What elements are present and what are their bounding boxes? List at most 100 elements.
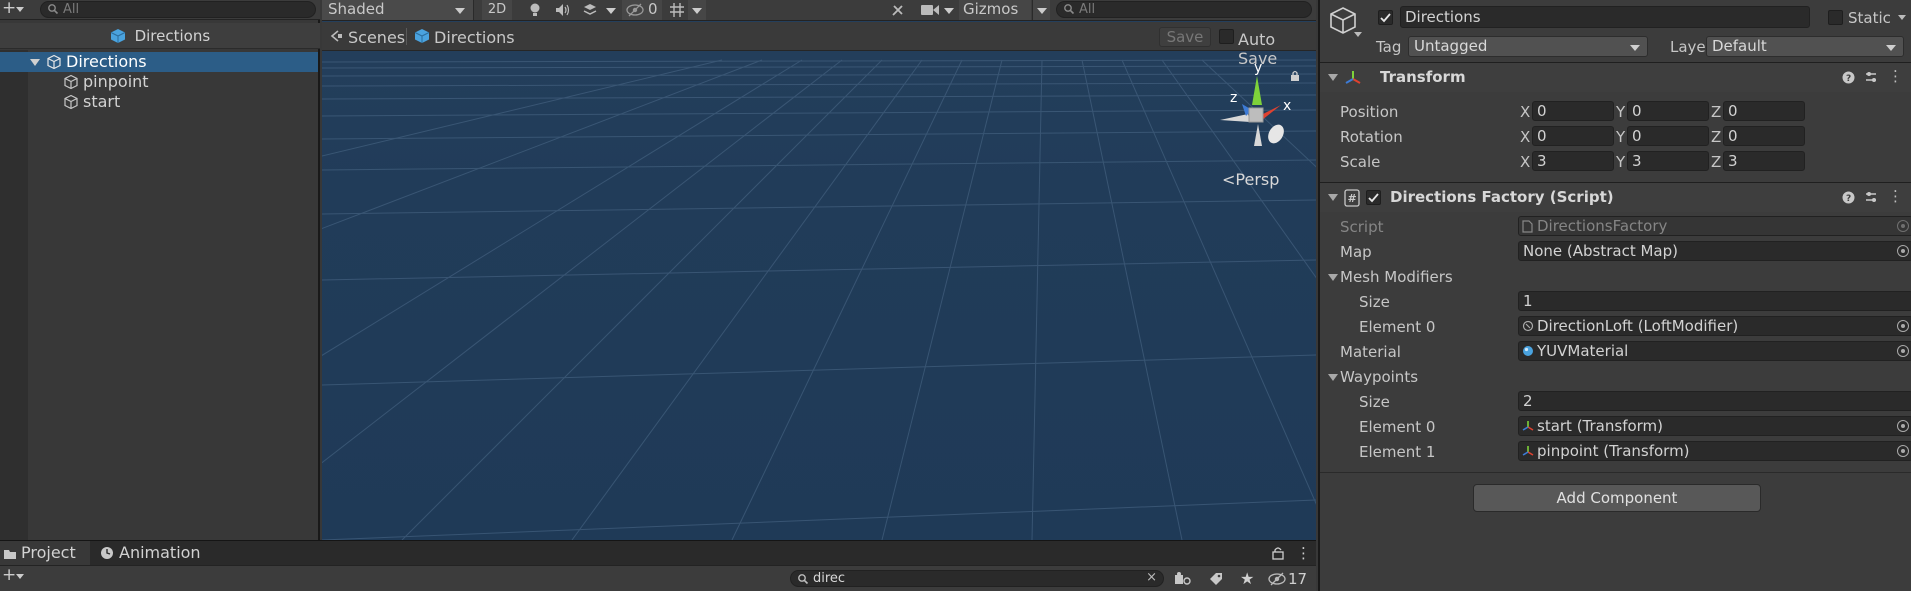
position-z-field[interactable]: 0 bbox=[1723, 101, 1805, 121]
static-dropdown-icon[interactable] bbox=[1898, 15, 1906, 20]
breadcrumb-scenes[interactable]: Scenes bbox=[348, 28, 405, 47]
object-picker-icon[interactable] bbox=[1897, 320, 1909, 332]
transform-component-header[interactable]: Transform ? ⋮ bbox=[1320, 62, 1911, 92]
waypoint-element0-field[interactable]: start (Transform) bbox=[1518, 416, 1911, 436]
lock-icon[interactable] bbox=[1290, 70, 1300, 82]
label-tag-icon[interactable] bbox=[1208, 571, 1224, 587]
help-icon[interactable]: ? bbox=[1842, 191, 1855, 204]
project-search-input[interactable]: direc × bbox=[790, 570, 1164, 587]
hierarchy-toolbar: + All bbox=[0, 0, 320, 20]
add-icon[interactable]: + bbox=[2, 565, 16, 585]
chevron-down-icon bbox=[692, 8, 702, 14]
rotation-z-field[interactable]: 0 bbox=[1723, 126, 1805, 146]
tools-icon[interactable] bbox=[890, 2, 906, 22]
object-picker-icon[interactable] bbox=[1897, 420, 1909, 432]
hierarchy-item-directions[interactable]: Directions bbox=[0, 52, 318, 72]
hidden-eye-icon bbox=[626, 3, 644, 17]
shading-mode-dropdown[interactable]: Shaded bbox=[322, 0, 474, 20]
material-field[interactable]: YUVMaterial bbox=[1518, 341, 1911, 361]
orientation-gizmo[interactable]: y x z bbox=[1212, 58, 1292, 158]
hierarchy-scene-title: Directions bbox=[134, 27, 211, 45]
scene-visibility-toggle[interactable]: 0 bbox=[622, 0, 662, 20]
tag-dropdown[interactable]: Untagged bbox=[1408, 36, 1648, 57]
camera-icon[interactable] bbox=[920, 3, 940, 23]
add-dropdown-icon[interactable] bbox=[16, 574, 24, 579]
waypoints-size-label: Size bbox=[1359, 393, 1390, 411]
back-icon[interactable] bbox=[329, 29, 343, 43]
hidden-eye-icon[interactable] bbox=[1268, 572, 1286, 586]
2d-toggle-button[interactable]: 2D bbox=[482, 0, 512, 20]
map-label: Map bbox=[1340, 243, 1372, 261]
foldout-triangle-icon[interactable] bbox=[1328, 194, 1338, 201]
search-icon bbox=[797, 573, 809, 585]
object-name-field[interactable]: Directions bbox=[1400, 6, 1810, 28]
hierarchy-item-start[interactable]: start bbox=[0, 92, 318, 112]
layer-dropdown[interactable]: Default bbox=[1706, 36, 1904, 57]
effects-dropdown-icon[interactable] bbox=[606, 8, 616, 14]
effects-icon[interactable] bbox=[582, 2, 598, 22]
scene-viewport[interactable] bbox=[322, 0, 1316, 540]
object-picker-icon[interactable] bbox=[1897, 445, 1909, 457]
object-picker-icon[interactable] bbox=[1897, 245, 1909, 257]
unity-scene-icon bbox=[110, 28, 126, 44]
mesh-element0-field[interactable]: DirectionLoft (LoftModifier) bbox=[1518, 316, 1911, 336]
breadcrumb-directions[interactable]: Directions bbox=[434, 28, 515, 47]
scale-z-field[interactable]: 3 bbox=[1723, 151, 1805, 171]
script-component-header[interactable]: # Directions Factory (Script) ? ⋮ bbox=[1320, 182, 1911, 212]
lock-icon[interactable] bbox=[1272, 546, 1284, 560]
waypoints-foldout-icon[interactable] bbox=[1328, 374, 1338, 381]
expand-triangle-icon[interactable] bbox=[30, 59, 40, 66]
static-checkbox[interactable] bbox=[1828, 10, 1843, 25]
autosave-checkbox[interactable] bbox=[1219, 29, 1234, 44]
search-by-type-icon[interactable] bbox=[1174, 571, 1192, 587]
gizmos-menu[interactable] bbox=[1032, 0, 1050, 20]
tab-animation[interactable]: Animation bbox=[96, 541, 201, 565]
map-object-field[interactable]: None (Abstract Map) bbox=[1518, 241, 1911, 261]
search-icon bbox=[1063, 3, 1075, 15]
foldout-triangle-icon[interactable] bbox=[1328, 74, 1338, 81]
favorite-star-icon[interactable]: ★ bbox=[1240, 569, 1254, 588]
lighting-icon[interactable] bbox=[528, 2, 542, 22]
waypoint-element1-field[interactable]: pinpoint (Transform) bbox=[1518, 441, 1911, 461]
add-component-button[interactable]: Add Component bbox=[1473, 484, 1761, 512]
icon-picker-dropdown[interactable] bbox=[1354, 32, 1362, 37]
hierarchy-scene-header[interactable]: Directions bbox=[0, 23, 320, 49]
waypoints-label: Waypoints bbox=[1340, 368, 1419, 386]
hierarchy-search-input[interactable]: All bbox=[40, 1, 316, 18]
preset-icon[interactable] bbox=[1865, 191, 1879, 204]
object-picker-icon[interactable] bbox=[1897, 345, 1909, 357]
help-icon[interactable]: ? bbox=[1842, 71, 1855, 84]
add-icon[interactable]: + bbox=[2, 0, 16, 18]
chevron-down-icon bbox=[455, 8, 465, 14]
tab-project[interactable]: Project bbox=[0, 541, 90, 565]
scene-search-input[interactable]: All bbox=[1056, 1, 1312, 18]
scale-x-field[interactable]: 3 bbox=[1532, 151, 1614, 171]
save-button[interactable]: Save bbox=[1159, 27, 1211, 47]
transform-icon bbox=[1522, 445, 1534, 457]
more-options-icon[interactable]: ⋮ bbox=[1296, 544, 1311, 562]
clear-search-icon[interactable]: × bbox=[1146, 570, 1157, 585]
position-y-field[interactable]: 0 bbox=[1627, 101, 1709, 121]
projection-label[interactable]: <Persp bbox=[1222, 170, 1279, 189]
scale-y-field[interactable]: 3 bbox=[1627, 151, 1709, 171]
active-checkbox[interactable] bbox=[1378, 10, 1393, 25]
component-menu-icon[interactable]: ⋮ bbox=[1888, 67, 1903, 85]
audio-icon[interactable] bbox=[554, 2, 572, 22]
gizmos-dropdown[interactable]: Gizmos bbox=[959, 0, 1031, 20]
grid-dropdown[interactable] bbox=[688, 0, 706, 20]
component-enabled-checkbox[interactable] bbox=[1366, 190, 1381, 205]
mesh-modifiers-foldout-icon[interactable] bbox=[1328, 274, 1338, 281]
waypoints-size-field[interactable]: 2 bbox=[1518, 391, 1911, 411]
preset-icon[interactable] bbox=[1865, 71, 1879, 84]
camera-dropdown-icon[interactable] bbox=[944, 8, 954, 14]
component-menu-icon[interactable]: ⋮ bbox=[1888, 187, 1903, 205]
add-dropdown-icon[interactable] bbox=[16, 7, 24, 12]
mesh-size-field[interactable]: 1 bbox=[1518, 291, 1911, 311]
rotation-y-field[interactable]: 0 bbox=[1627, 126, 1709, 146]
hierarchy-item-pinpoint[interactable]: pinpoint bbox=[0, 72, 318, 92]
grid-icon[interactable] bbox=[668, 2, 686, 22]
svg-text:#: # bbox=[1348, 192, 1357, 205]
position-x-field[interactable]: 0 bbox=[1532, 101, 1614, 121]
rotation-x-field[interactable]: 0 bbox=[1532, 126, 1614, 146]
animation-clock-icon bbox=[100, 546, 114, 560]
